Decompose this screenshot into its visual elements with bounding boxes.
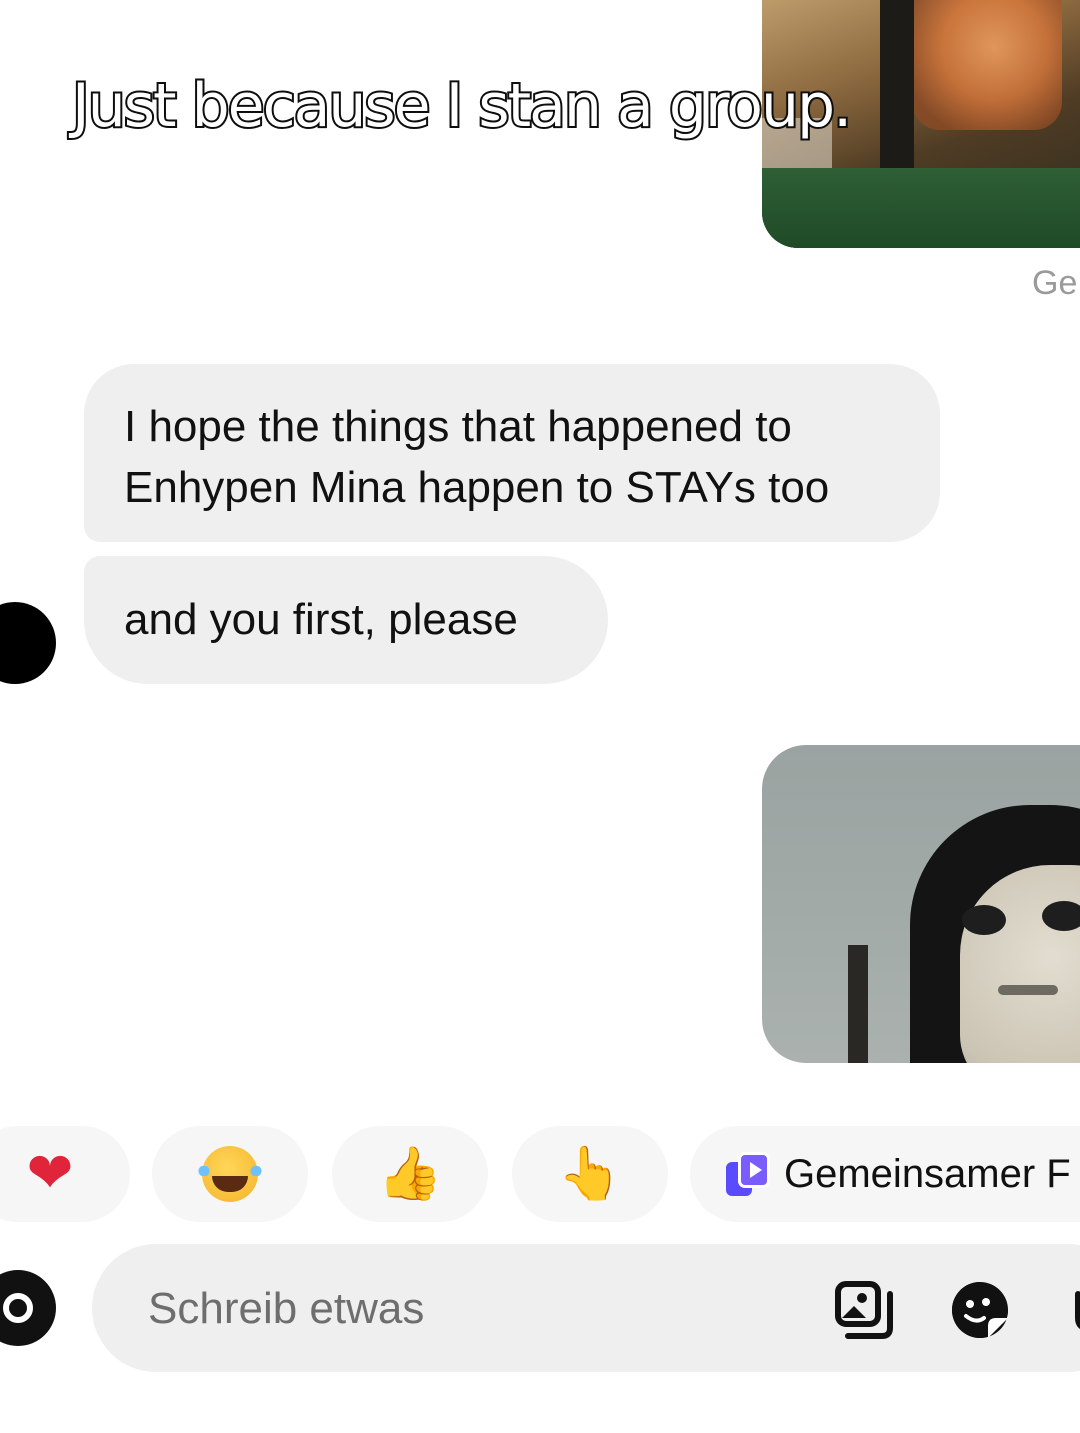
shared-activity-button[interactable]: Gemeinsamer F <box>690 1126 1080 1222</box>
pointing-hand-icon: 👆 <box>557 1144 623 1204</box>
quick-reaction-laugh[interactable] <box>152 1126 308 1222</box>
shared-media-icon <box>726 1152 770 1196</box>
sticker-icon[interactable] <box>948 1278 1012 1342</box>
image-message[interactable] <box>762 745 1080 1063</box>
avatar[interactable] <box>0 602 56 684</box>
quick-reaction-heart[interactable]: ❤ <box>0 1126 130 1222</box>
more-options-icon[interactable] <box>1058 1278 1080 1342</box>
received-message-bubble[interactable]: and you first, please <box>84 556 608 684</box>
shared-activity-label: Gemeinsamer F <box>784 1152 1071 1196</box>
message-status: Ge <box>1032 264 1078 302</box>
laughing-face-icon <box>198 1146 262 1202</box>
received-message-bubble[interactable]: I hope the things that happened to Enhyp… <box>84 364 940 542</box>
message-input[interactable] <box>146 1244 790 1374</box>
chat-screen: Just because I stan a group. Ge I hope t… <box>0 0 1080 1433</box>
quick-reaction-pointing-hand[interactable]: 👆 <box>512 1126 668 1222</box>
camera-button[interactable] <box>0 1270 56 1346</box>
gallery-icon[interactable] <box>832 1278 896 1342</box>
camera-icon <box>3 1293 33 1323</box>
message-composer <box>92 1244 1080 1374</box>
heart-icon: ❤ <box>26 1141 74 1206</box>
thumbs-up-icon: 👍 <box>377 1144 443 1204</box>
caption-overlay: Just because I stan a group. <box>70 71 854 141</box>
quick-reaction-thumbs-up[interactable]: 👍 <box>332 1126 488 1222</box>
